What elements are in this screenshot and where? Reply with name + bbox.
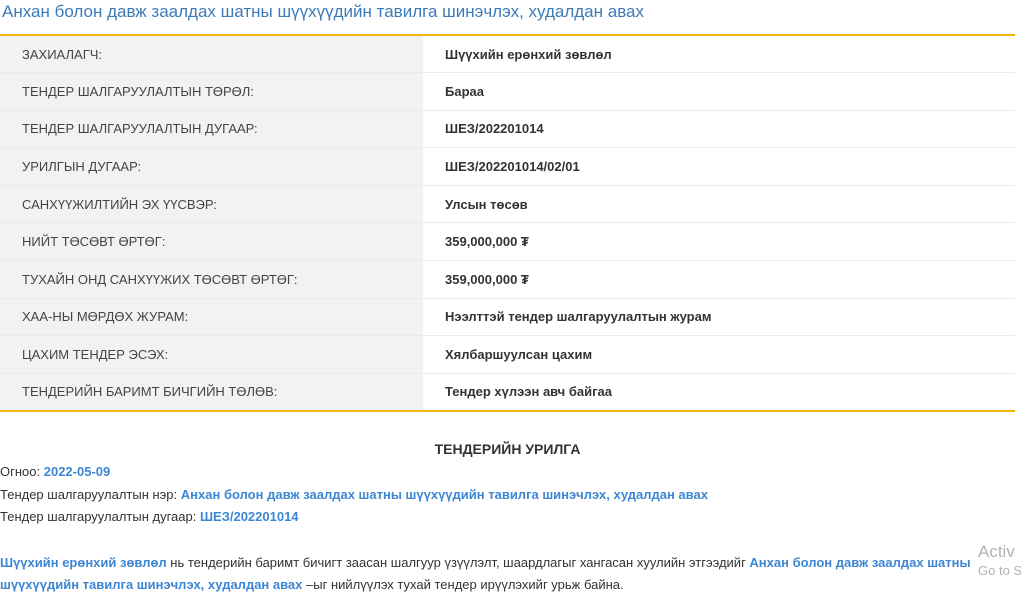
info-row: НИЙТ ТӨСӨВТ ӨРТӨГ: 359,000,000 ₮ bbox=[0, 222, 1015, 262]
info-row: ХАА-НЫ МӨРДӨХ ЖУРАМ: Нээлттэй тендер шалг… bbox=[0, 298, 1015, 337]
tender-number-label: Тендер шалгаруулалтын дугаар: bbox=[0, 509, 197, 524]
info-row-label: ТЕНДЕРИЙН БАРИМТ БИЧГИЙН ТӨЛӨВ: bbox=[0, 373, 423, 411]
info-row-label: ТУХАЙН ОНД САНХҮҮЖИХ ТӨСӨВТ ӨРТӨГ: bbox=[0, 260, 423, 299]
info-row-value: Нээлттэй тендер шалгаруулалтын журам bbox=[423, 298, 1015, 337]
organization-link[interactable]: Шүүхийн ерөнхий зөвлөл bbox=[0, 555, 167, 570]
invitation-heading: ТЕНДЕРИЙН УРИЛГА bbox=[434, 441, 581, 457]
info-row-label: ТЕНДЕР ШАЛГАРУУЛАЛТЫН ДУГААР: bbox=[0, 110, 423, 149]
info-row: ТЕНДЕР ШАЛГАРУУЛАЛТЫН ТӨРӨЛ: Бараа bbox=[0, 72, 1015, 111]
info-row-value: 359,000,000 ₮ bbox=[423, 260, 1015, 299]
info-row: ТУХАЙН ОНД САНХҮҮЖИХ ТӨСӨВТ ӨРТӨГ: 359,00… bbox=[0, 260, 1015, 299]
info-row-value: ШЕЗ/202201014/02/01 bbox=[423, 147, 1015, 186]
info-row: САНХҮҮЖИЛТИЙН ЭХ ҮҮСВЭР: Улсын төсөв bbox=[0, 185, 1015, 224]
info-row-label: УРИЛГЫН ДУГААР: bbox=[0, 147, 423, 186]
info-row: ЦАХИМ ТЕНДЕР ЭСЭХ: Хялбаршуулсан цахим bbox=[0, 335, 1015, 374]
date-value: 2022-05-09 bbox=[43, 464, 111, 479]
info-row-value: ШЕЗ/202201014 bbox=[423, 110, 1015, 149]
info-row: ТЕНДЕРИЙН БАРИМТ БИЧГИЙН ТӨЛӨВ: Тендер хү… bbox=[0, 373, 1015, 411]
info-row-label: ЦАХИМ ТЕНДЕР ЭСЭХ: bbox=[0, 335, 423, 374]
info-row-value: Шүүхийн ерөнхий зөвлөл bbox=[423, 35, 1015, 74]
invitation-date-line: Огноо: 2022-05-09 bbox=[0, 464, 110, 479]
watermark-line2: Go to S bbox=[978, 563, 1021, 578]
invitation-body: Шүүхийн ерөнхий зөвлөл нь тендерийн бари… bbox=[0, 552, 1015, 596]
page-title: Анхан болон давж заалдах шатны шүүхүүдий… bbox=[2, 2, 644, 21]
info-row: ТЕНДЕР ШАЛГАРУУЛАЛТЫН ДУГААР: ШЕЗ/2022010… bbox=[0, 110, 1015, 149]
info-row-label: САНХҮҮЖИЛТИЙН ЭХ ҮҮСВЭР: bbox=[0, 185, 423, 224]
info-row-value: 359,000,000 ₮ bbox=[423, 222, 1015, 262]
activate-windows-watermark: Activ Go to S bbox=[978, 542, 1021, 580]
info-row-label: НИЙТ ТӨСӨВТ ӨРТӨГ: bbox=[0, 222, 423, 262]
info-row-value: Тендер хүлээн авч байгаа bbox=[423, 373, 1015, 411]
invitation-number-line: Тендер шалгаруулалтын дугаар: ШЕЗ/202201… bbox=[0, 509, 299, 524]
info-row-value: Бараа bbox=[423, 72, 1015, 111]
invitation-text-part1: нь тендерийн баримт бичигт заасан шалгуу… bbox=[166, 555, 750, 570]
info-row-label: ЗАХИАЛАГЧ: bbox=[0, 35, 423, 74]
tender-number-value[interactable]: ШЕЗ/202201014 bbox=[200, 509, 299, 524]
tender-name-label: Тендер шалгаруулалтын нэр: bbox=[0, 487, 178, 502]
info-row-value: Улсын төсөв bbox=[423, 185, 1015, 224]
info-row-label: ХАА-НЫ МӨРДӨХ ЖУРАМ: bbox=[0, 298, 423, 337]
tender-info-table: ЗАХИАЛАГЧ: Шүүхийн ерөнхий зөвлөл ТЕНДЕР Ш… bbox=[0, 34, 1015, 412]
info-row-label: ТЕНДЕР ШАЛГАРУУЛАЛТЫН ТӨРӨЛ: bbox=[0, 72, 423, 111]
invitation-name-line: Тендер шалгаруулалтын нэр: Анхан болон д… bbox=[0, 487, 708, 502]
info-row: УРИЛГЫН ДУГААР: ШЕЗ/202201014/02/01 bbox=[0, 147, 1015, 186]
tender-name-value[interactable]: Анхан болон давж заалдах шатны шүүхүүдий… bbox=[181, 487, 708, 502]
info-row: ЗАХИАЛАГЧ: Шүүхийн ерөнхий зөвлөл bbox=[0, 35, 1015, 74]
watermark-line1: Activ bbox=[978, 542, 1015, 561]
invitation-text-part2: –ыг нийлүүлэх тухай тендер ирүүлэхийг ур… bbox=[302, 577, 624, 592]
info-row-value: Хялбаршуулсан цахим bbox=[423, 335, 1015, 374]
date-label: Огноо: bbox=[0, 464, 41, 479]
